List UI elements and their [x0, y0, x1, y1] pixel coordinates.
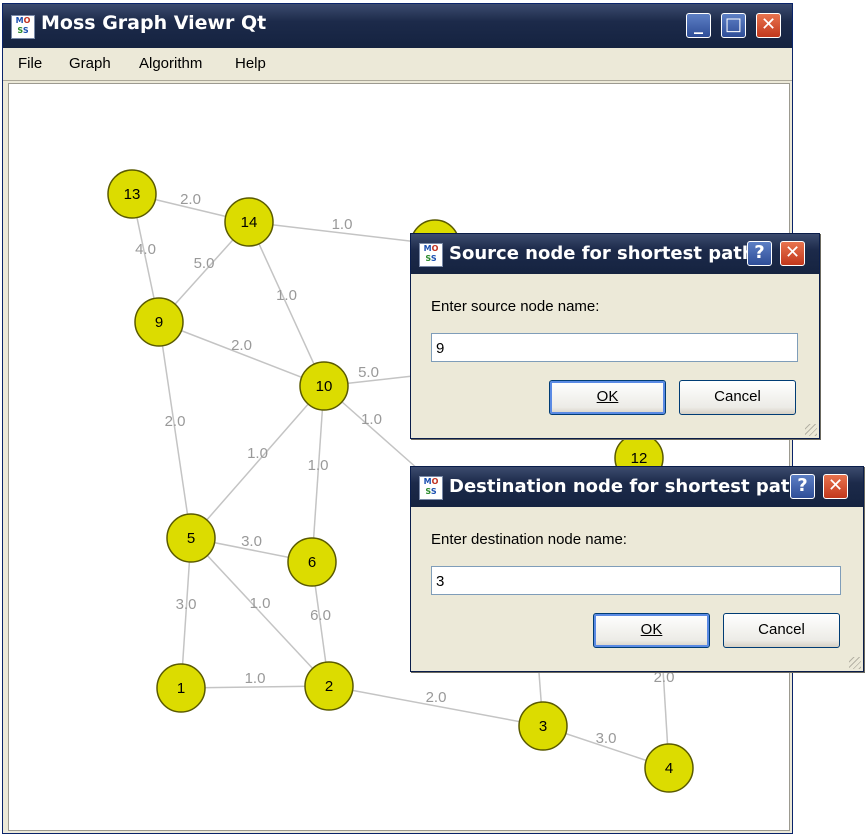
edge-weight-label: 3.0 — [596, 730, 617, 747]
close-icon[interactable]: ✕ — [823, 474, 848, 499]
node-label: 1 — [177, 680, 185, 697]
node-label: 6 — [308, 554, 316, 571]
source-node-dialog: MO SS Source node for shortest path ? ✕ E… — [410, 233, 820, 439]
dialog-title: Source node for shortest path — [449, 243, 755, 264]
edge-weight-label: 2.0 — [180, 191, 201, 208]
node-label: 2 — [325, 678, 333, 695]
resize-grip-icon[interactable] — [849, 657, 861, 669]
ok-button[interactable]: OK — [593, 613, 710, 648]
dialog-title-bar[interactable]: MO SS Source node for shortest path ? ✕ — [411, 234, 819, 274]
help-icon[interactable]: ? — [790, 474, 815, 499]
cancel-button[interactable]: Cancel — [723, 613, 840, 648]
source-prompt-label: Enter source node name: — [431, 298, 600, 315]
node-label: 10 — [316, 378, 333, 395]
edge-weight-label: 2.0 — [165, 413, 186, 430]
edge-weight-label: 2.0 — [231, 337, 252, 354]
edge-weight-label: 2.0 — [426, 689, 447, 706]
minimize-icon[interactable]: _ — [686, 13, 711, 38]
destination-node-dialog: MO SS Destination node for shortest path … — [410, 466, 864, 672]
node-label: 5 — [187, 530, 195, 547]
node-label: 3 — [539, 718, 547, 735]
node-label: 13 — [124, 186, 141, 203]
edge-weight-label: 1.0 — [361, 411, 382, 428]
edge-weight-label: 6.0 — [310, 607, 331, 624]
destination-prompt-label: Enter destination node name: — [431, 531, 627, 548]
destination-node-input[interactable]: 3 — [431, 566, 841, 595]
menu-bar: File Graph Algorithm Help — [3, 48, 792, 81]
app-logo-icon: MO SS — [419, 476, 443, 500]
edge-weight-label: 1.0 — [250, 595, 271, 612]
edge-weight-label: 1.0 — [245, 670, 266, 687]
node-label: 12 — [631, 450, 648, 467]
graph-canvas[interactable]: 2.0 4.0 5.0 1.0 1.0 2.0 2.0 5.0 1.0 1.0 1.0 3.0 3.0 1… — [8, 83, 790, 831]
dialog-title-bar[interactable]: MO SS Destination node for shortest path … — [411, 467, 863, 507]
help-icon[interactable]: ? — [747, 241, 772, 266]
menu-graph[interactable]: Graph — [69, 55, 111, 72]
node-label: 9 — [155, 314, 163, 331]
graph-drawing[interactable]: 2.0 4.0 5.0 1.0 1.0 2.0 2.0 5.0 1.0 1.0 1.0 3.0 3.0 1… — [9, 84, 789, 830]
graph-edge — [158, 321, 192, 539]
cancel-button[interactable]: Cancel — [679, 380, 796, 415]
app-logo-icon: MO SS — [11, 15, 35, 39]
source-node-input[interactable]: 9 — [431, 333, 798, 362]
resize-grip-icon[interactable] — [805, 424, 817, 436]
graph-edge — [190, 385, 325, 539]
graph-edge — [311, 385, 325, 563]
dialog-title: Destination node for shortest path — [449, 476, 803, 497]
edge-weight-label: 5.0 — [194, 255, 215, 272]
edge-weight-label: 1.0 — [308, 457, 329, 474]
ok-button[interactable]: OK — [549, 380, 666, 415]
close-icon[interactable]: ✕ — [780, 241, 805, 266]
edge-weight-label: 1.0 — [247, 445, 268, 462]
node-label: 4 — [665, 760, 673, 777]
menu-help[interactable]: Help — [235, 55, 266, 72]
close-icon[interactable]: ✕ — [756, 13, 781, 38]
title-bar[interactable]: MO SS Moss Graph Viewr Qt _ □ ✕ — [3, 4, 792, 49]
edge-weight-label: 3.0 — [241, 533, 262, 550]
edge-weight-label: 1.0 — [332, 216, 353, 233]
ok-button-label: OK — [596, 388, 619, 405]
window-title: Moss Graph Viewr Qt — [41, 12, 267, 34]
edge-weight-label: 4.0 — [135, 241, 156, 258]
edge-weight-label: 5.0 — [358, 364, 379, 381]
menu-algorithm[interactable]: Algorithm — [139, 55, 202, 72]
edge-weight-label: 3.0 — [176, 596, 197, 613]
app-logo-icon: MO SS — [419, 243, 443, 267]
node-label: 14 — [241, 214, 258, 231]
menu-file[interactable]: File — [18, 55, 42, 72]
ok-button-label: OK — [640, 621, 663, 638]
maximize-icon[interactable]: □ — [721, 13, 746, 38]
edge-weight-label: 1.0 — [276, 287, 297, 304]
